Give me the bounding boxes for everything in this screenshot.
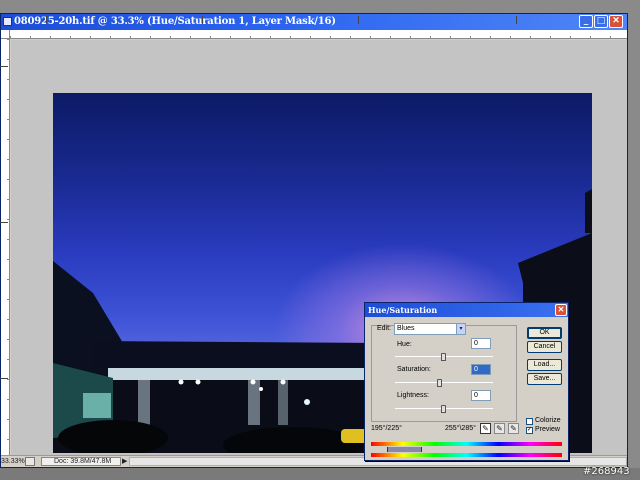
canopy-light: [195, 379, 201, 385]
eyedropper-minus-icon[interactable]: ✎: [508, 423, 519, 434]
workspace-right-strip: [628, 13, 640, 468]
hue-saturation-dialog: Hue/Saturation ✕ Edit: Blues ▾ Hue: 0 Sa…: [364, 302, 569, 461]
eyedropper-icon[interactable]: ✎: [480, 423, 491, 434]
document-titlebar[interactable]: 080925-20h.tif @ 33.3% (Hue/Saturation 1…: [1, 14, 627, 30]
saturation-input[interactable]: 0: [471, 364, 491, 375]
chevron-down-icon[interactable]: ▾: [456, 324, 465, 334]
load-button[interactable]: Load...: [527, 359, 562, 371]
maximize-button[interactable]: □: [594, 15, 608, 28]
preview-label: Preview: [535, 426, 560, 433]
shop-window: [83, 393, 111, 418]
edit-label: Edit:: [377, 325, 392, 332]
status-icon: [25, 457, 35, 466]
ruler-tick: [516, 16, 517, 24]
colorize-label: Colorize: [535, 417, 561, 424]
street-lamp: [304, 399, 310, 405]
edit-channel-select[interactable]: Blues ▾: [394, 323, 466, 335]
range-slider[interactable]: [387, 447, 422, 452]
dialog-close-button[interactable]: ✕: [555, 304, 567, 316]
ok-button[interactable]: OK: [527, 327, 562, 339]
hue-input[interactable]: 0: [471, 338, 491, 349]
hue-label: Hue:: [397, 341, 412, 348]
input-spectrum-bar: [371, 442, 562, 446]
eyedropper-plus-icon[interactable]: ✎: [494, 423, 505, 434]
document-title: 080925-20h.tif @ 33.3% (Hue/Saturation 1…: [14, 16, 336, 27]
lightness-label: Lightness:: [397, 392, 429, 399]
document-icon: [3, 17, 12, 26]
canopy-light: [259, 387, 263, 391]
station-column: [278, 380, 288, 425]
doc-size-readout[interactable]: Doc: 39.8M/47.8M: [41, 457, 121, 466]
lightness-slider-thumb[interactable]: [441, 405, 446, 413]
ruler-tick: [0, 378, 8, 379]
right-building-tower: [585, 189, 592, 233]
minimize-button[interactable]: _: [579, 15, 593, 28]
gas-station-canopy: [93, 341, 383, 368]
ruler-tick: [0, 222, 8, 223]
canopy-light: [178, 379, 184, 385]
range-left-readout: 195°/225°: [371, 425, 402, 432]
dialog-titlebar[interactable]: Hue/Saturation: [365, 303, 568, 317]
ruler-tick: [358, 16, 359, 24]
hue-slider-thumb[interactable]: [441, 353, 446, 361]
zoom-readout[interactable]: 33.33%: [1, 458, 25, 465]
ruler-tick: [0, 66, 8, 67]
saturation-slider-thumb[interactable]: [437, 379, 442, 387]
vertical-ruler[interactable]: [1, 39, 10, 455]
status-menu-arrow[interactable]: ▶: [122, 457, 127, 465]
ruler-tick: [202, 16, 203, 24]
canopy-light: [280, 379, 286, 385]
cancel-button[interactable]: Cancel: [527, 341, 562, 353]
canopy-underside: [108, 368, 383, 380]
image-watermark: #268943: [583, 466, 630, 477]
output-spectrum-bar: [371, 453, 562, 457]
preview-checkbox[interactable]: ✓: [526, 427, 533, 434]
dialog-title: Hue/Saturation: [368, 305, 438, 315]
saturation-slider-track[interactable]: [395, 382, 493, 383]
lightness-input[interactable]: 0: [471, 390, 491, 401]
station-column: [248, 380, 260, 425]
save-button[interactable]: Save...: [527, 373, 562, 385]
horizontal-ruler[interactable]: [10, 30, 627, 39]
edit-channel-value: Blues: [397, 325, 415, 332]
workspace-top-strip: [0, 0, 640, 13]
colorize-checkbox[interactable]: [526, 418, 533, 425]
close-button[interactable]: ✕: [609, 15, 623, 28]
canopy-light: [250, 379, 256, 385]
ruler-tick: [46, 16, 47, 24]
saturation-label: Saturation:: [397, 366, 431, 373]
ruler-corner[interactable]: [1, 30, 10, 39]
range-right-readout: 255°\285°: [445, 425, 476, 432]
